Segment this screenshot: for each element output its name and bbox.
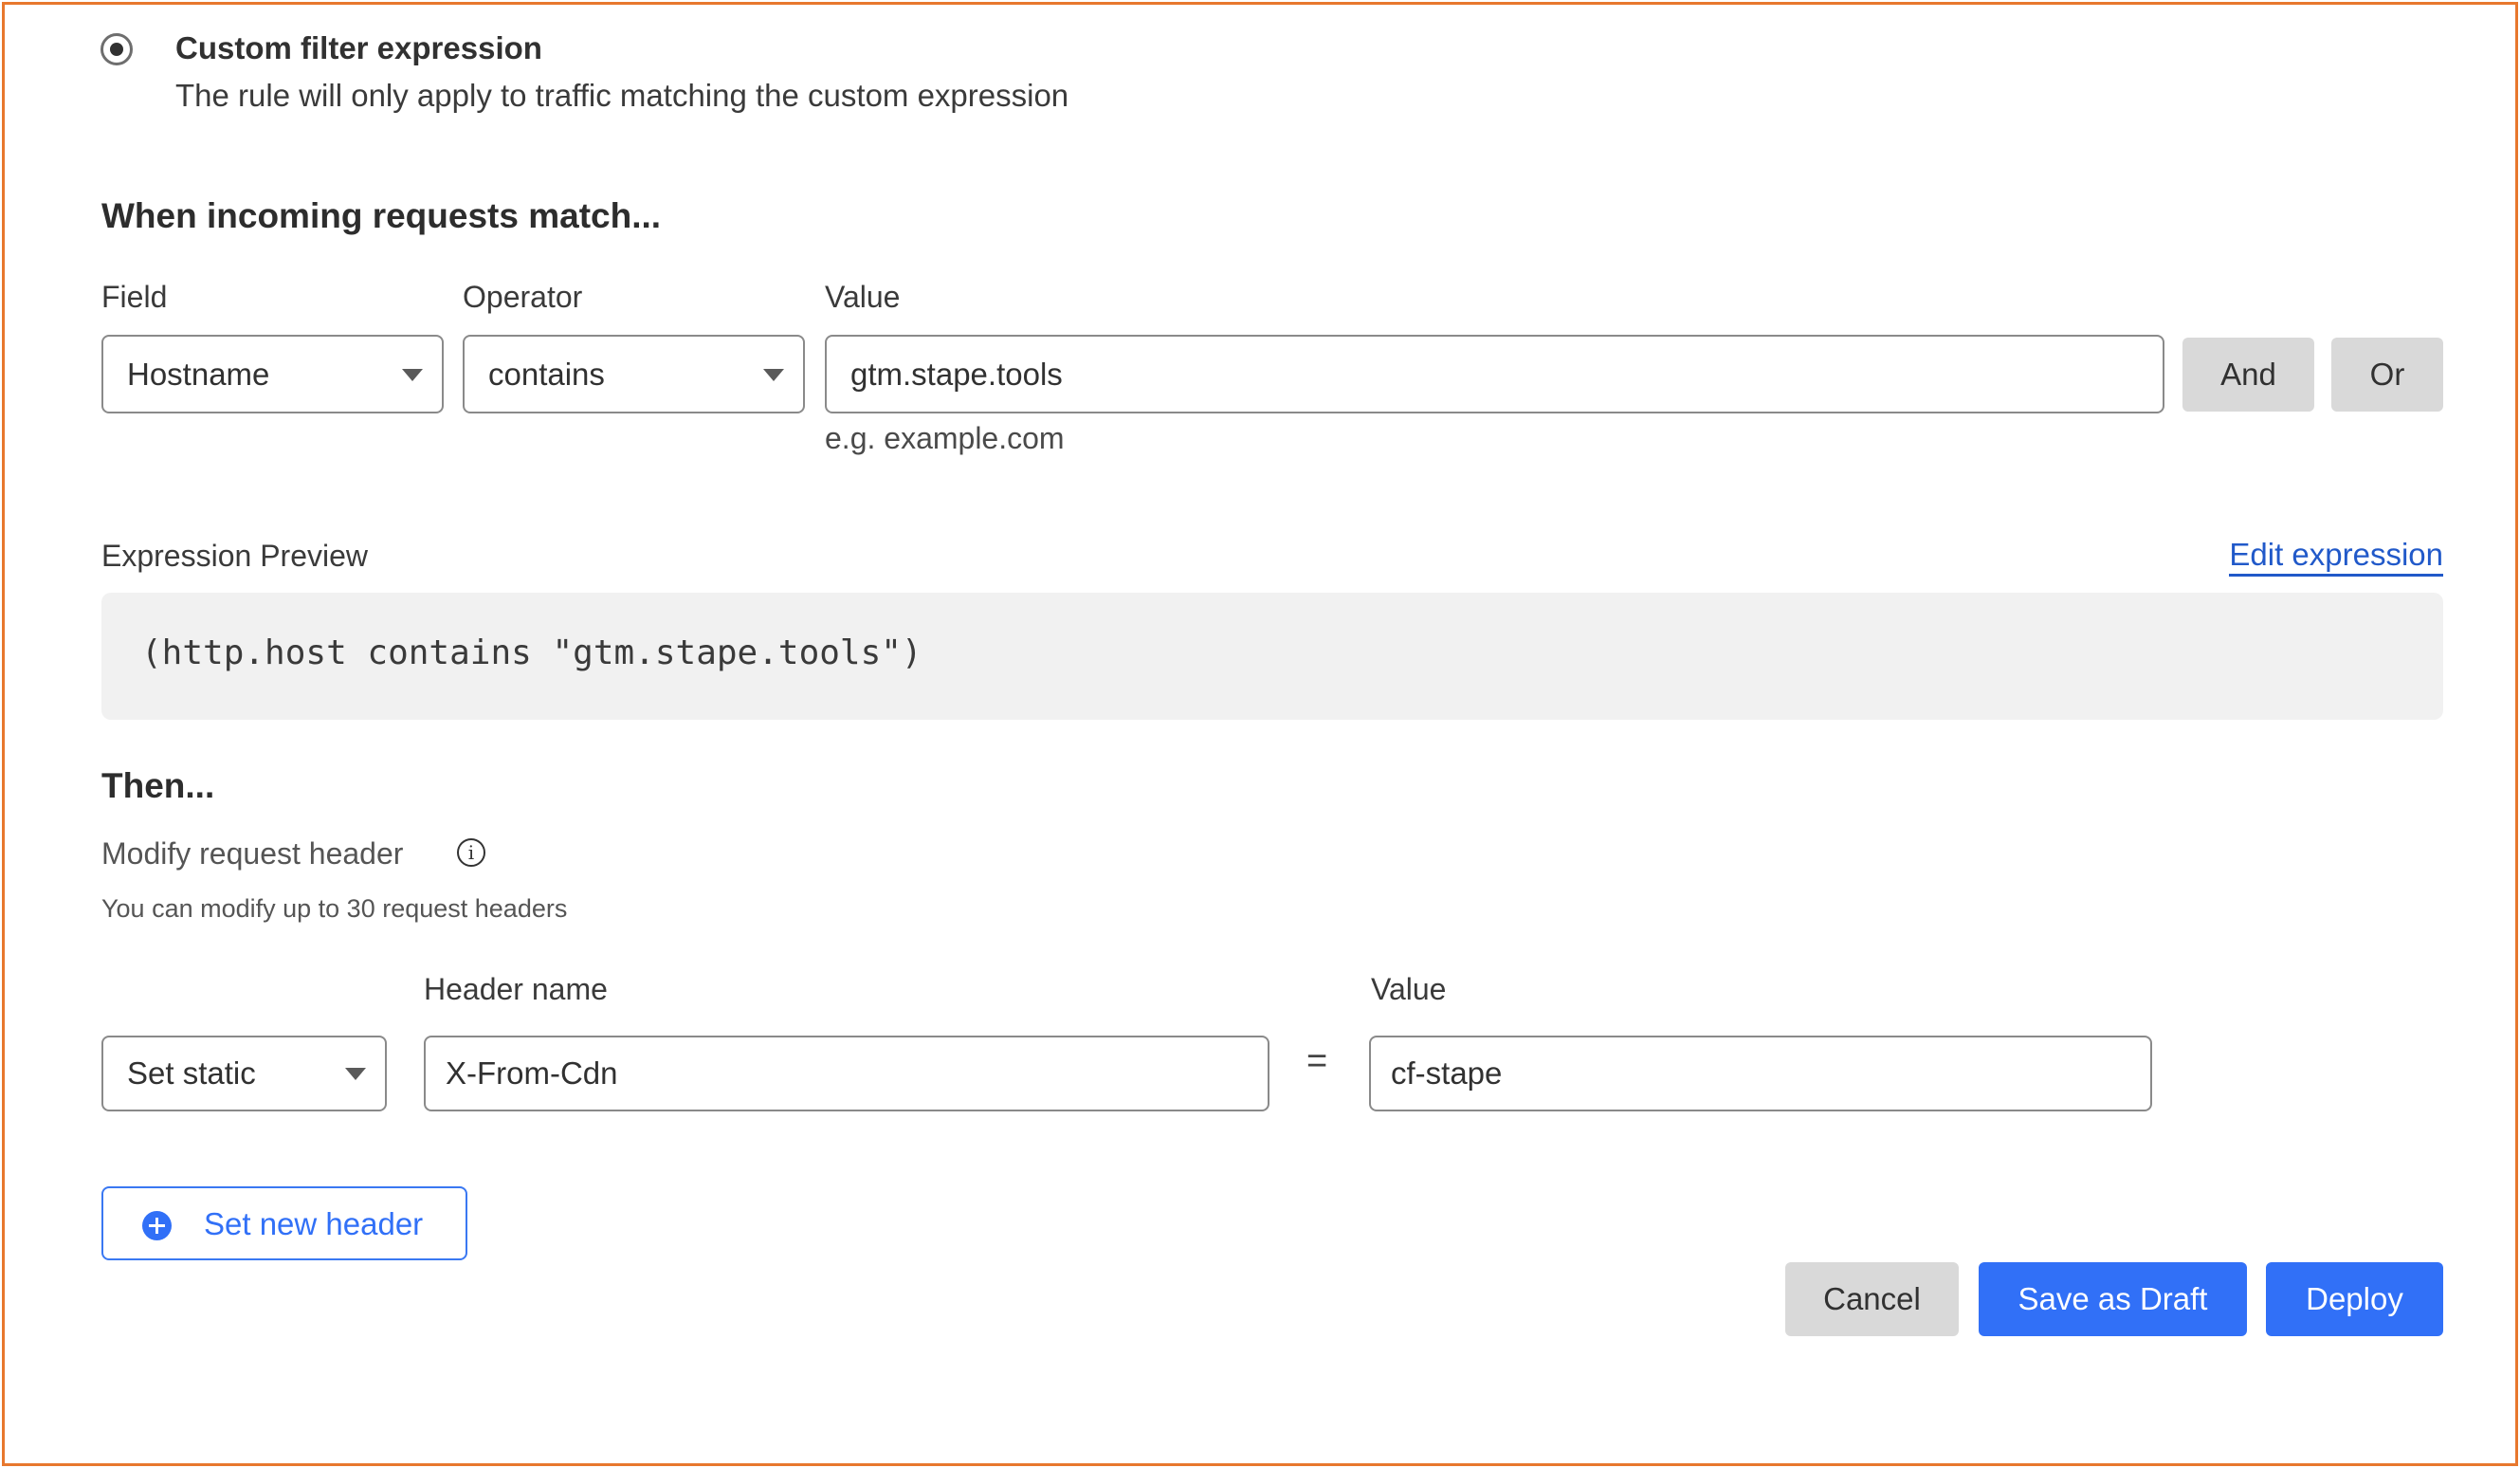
then-heading: Then... <box>101 766 215 805</box>
radio-selected-dot <box>110 43 123 56</box>
value-hint: e.g. example.com <box>825 421 1065 455</box>
and-button[interactable]: And <box>2182 338 2314 412</box>
edit-expression-link[interactable]: Edit expression <box>2229 536 2443 577</box>
chevron-down-icon <box>402 368 423 381</box>
plus-circle-icon <box>142 1211 172 1240</box>
set-new-header-label: Set new header <box>204 1206 424 1241</box>
operator-select[interactable]: contains <box>463 335 805 413</box>
info-icon[interactable]: i <box>457 838 485 867</box>
header-value-label: Value <box>1371 972 1447 1006</box>
chevron-down-icon <box>763 368 784 381</box>
custom-filter-radio[interactable] <box>100 33 133 65</box>
header-name-text: X-From-Cdn <box>446 1055 618 1091</box>
action-label: Modify request header <box>101 836 404 871</box>
header-value-text: cf-stape <box>1391 1055 1503 1091</box>
header-name-input[interactable]: X-From-Cdn <box>424 1036 1269 1111</box>
expression-preview-label: Expression Preview <box>101 539 368 573</box>
set-new-header-button[interactable]: Set new header <box>101 1186 467 1260</box>
equals-sign: = <box>1306 1041 1328 1081</box>
field-label: Field <box>101 280 168 314</box>
action-hint: You can modify up to 30 request headers <box>101 894 568 923</box>
field-select[interactable]: Hostname <box>101 335 444 413</box>
or-button[interactable]: Or <box>2331 338 2443 412</box>
operator-label: Operator <box>463 280 583 314</box>
custom-filter-title: Custom filter expression <box>175 30 542 65</box>
value-label: Value <box>825 280 901 314</box>
value-input-text: gtm.stape.tools <box>850 356 1063 392</box>
cancel-button[interactable]: Cancel <box>1785 1262 1959 1336</box>
header-operation-select[interactable]: Set static <box>101 1036 387 1111</box>
save-as-draft-button[interactable]: Save as Draft <box>1979 1262 2247 1336</box>
chevron-down-icon <box>345 1068 366 1080</box>
expression-preview-code: (http.host contains "gtm.stape.tools") <box>141 633 922 672</box>
header-name-label: Header name <box>424 972 608 1006</box>
header-operation-value: Set static <box>127 1055 256 1091</box>
operator-select-value: contains <box>488 356 605 392</box>
match-heading: When incoming requests match... <box>101 196 662 235</box>
custom-filter-description: The rule will only apply to traffic matc… <box>175 78 1069 113</box>
header-value-input[interactable]: cf-stape <box>1369 1036 2152 1111</box>
field-select-value: Hostname <box>127 356 270 392</box>
value-input[interactable]: gtm.stape.tools <box>825 335 2164 413</box>
deploy-button[interactable]: Deploy <box>2266 1262 2443 1336</box>
